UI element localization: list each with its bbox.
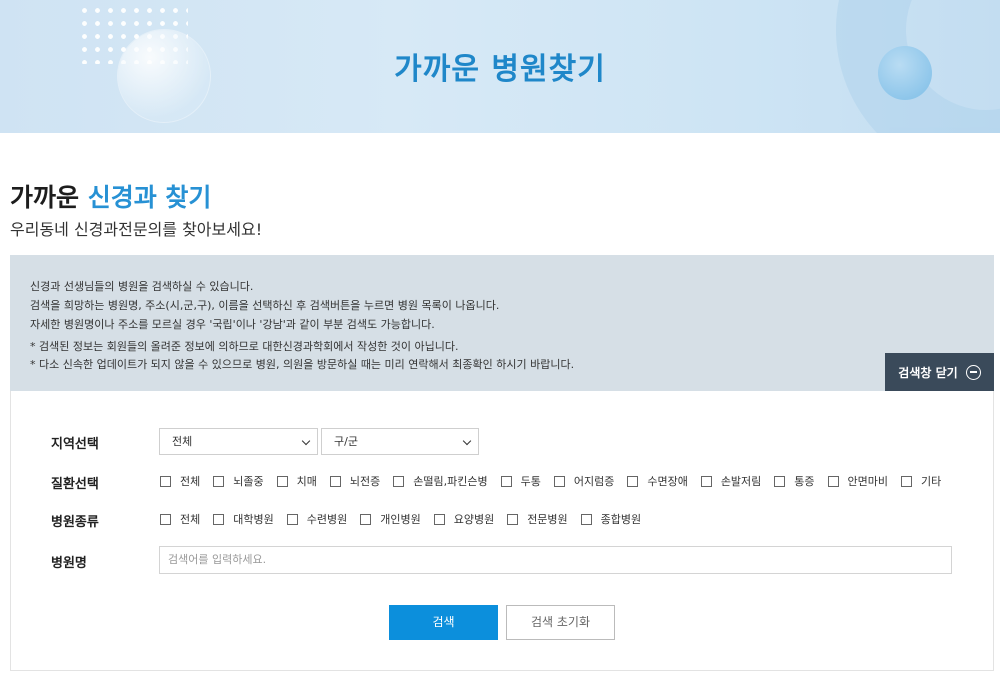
checkbox-icon[interactable] — [160, 513, 171, 525]
page-title-prefix: 가까운 — [10, 183, 88, 212]
checkbox-icon[interactable] — [329, 475, 341, 487]
info-box: 신경과 선생님들의 병원을 검색하실 수 있습니다. 검색을 희망하는 병원명,… — [10, 255, 994, 391]
region-label: 지역선택 — [51, 437, 99, 452]
checkbox-icon[interactable] — [700, 475, 712, 487]
checkbox-icon[interactable] — [276, 475, 288, 487]
disease-label: 질환선택 — [51, 477, 99, 492]
checkbox-label: 전체 — [180, 513, 201, 526]
checkbox-label: 손발저림 — [720, 475, 762, 488]
chevron-down-icon — [301, 436, 311, 446]
city-select-value: 전체 — [172, 435, 193, 448]
disease-checkbox[interactable]: 통증 — [774, 473, 815, 489]
district-select-value: 구/군 — [334, 435, 358, 448]
disease-checkbox[interactable]: 수면장애 — [627, 473, 688, 489]
disease-checkbox[interactable]: 손떨림,파킨슨병 — [393, 473, 488, 489]
hospital-type-checkbox[interactable]: 전문병원 — [507, 511, 568, 527]
checkbox-label: 어지럼증 — [573, 475, 615, 488]
hospital-type-checkbox[interactable]: 요양병원 — [433, 511, 495, 527]
close-search-label: 검색창 닫기 — [898, 365, 958, 380]
hospital-type-checkbox[interactable]: 종합병원 — [580, 511, 642, 527]
hospital-type-checkbox[interactable]: 수련병원 — [286, 511, 348, 527]
checkbox-label: 뇌전증 — [349, 475, 381, 488]
hospital-type-checkbox-group: 전체 대학병원 수련병원 개인병원 요양병원 전문병원 종합병원 — [160, 510, 654, 528]
disease-checkbox[interactable]: 뇌전증 — [329, 473, 381, 489]
city-select[interactable]: 전체 — [159, 428, 318, 455]
checkbox-label: 개인병원 — [380, 513, 421, 526]
checkbox-icon[interactable] — [827, 475, 839, 487]
district-select[interactable]: 구/군 — [321, 428, 479, 455]
page-banner: 가까운 병원찾기 — [0, 0, 1000, 133]
hospital-name-input[interactable]: 검색어를 입력하세요. — [159, 546, 952, 574]
checkbox-icon[interactable] — [901, 475, 913, 487]
checkbox-label: 전체 — [180, 475, 201, 488]
checkbox-icon[interactable] — [360, 513, 372, 525]
search-button[interactable]: 검색 — [389, 605, 498, 640]
disease-checkbox-group: 전체 뇌졸중 치매 뇌전증 손떨림,파킨슨병 두통 어지럼증 수면장애 손발저림… — [160, 472, 954, 490]
hospital-type-checkbox[interactable]: 전체 — [160, 511, 200, 527]
hospital-type-checkbox[interactable]: 대학병원 — [213, 511, 274, 527]
disease-checkbox[interactable]: 치매 — [276, 473, 317, 489]
checkbox-label: 종합병원 — [600, 513, 642, 526]
checkbox-icon[interactable] — [553, 475, 565, 487]
disease-checkbox[interactable]: 뇌졸중 — [213, 473, 264, 489]
checkbox-label: 통증 — [794, 475, 815, 488]
disease-checkbox[interactable]: 안면마비 — [827, 473, 889, 489]
checkbox-label: 손떨림,파킨슨병 — [413, 475, 488, 488]
minus-circle-icon — [965, 364, 981, 380]
hospital-name-label: 병원명 — [51, 556, 87, 571]
info-note: * 검색된 정보는 회원들의 올려준 정보에 의하므로 대한신경과학회에서 작성… — [30, 340, 459, 353]
page-title-highlight: 신경과 찾기 — [87, 183, 212, 212]
banner-title: 가까운 병원찾기 — [394, 52, 606, 87]
disease-checkbox[interactable]: 손발저림 — [700, 473, 762, 489]
checkbox-icon[interactable] — [507, 513, 519, 525]
hospital-type-checkbox[interactable]: 개인병원 — [360, 511, 421, 527]
checkbox-icon[interactable] — [774, 475, 786, 487]
checkbox-label: 대학병원 — [233, 513, 274, 526]
reset-search-button[interactable]: 검색 초기화 — [506, 605, 615, 640]
checkbox-label: 두통 — [520, 475, 541, 488]
checkbox-icon[interactable] — [160, 475, 171, 487]
checkbox-icon[interactable] — [500, 475, 512, 487]
hospital-type-label: 병원종류 — [51, 515, 99, 530]
checkbox-icon[interactable] — [627, 475, 639, 487]
info-line: 신경과 선생님들의 병원을 검색하실 수 있습니다. — [30, 280, 254, 293]
checkbox-label: 요양병원 — [453, 513, 495, 526]
checkbox-label: 수련병원 — [306, 513, 348, 526]
info-line: 자세한 병원명이나 주소를 모르실 경우 '국립'이나 '강남'과 같이 부분 … — [30, 318, 435, 331]
disease-checkbox[interactable]: 기타 — [901, 473, 941, 489]
checkbox-label: 수면장애 — [647, 475, 688, 488]
checkbox-icon[interactable] — [213, 475, 225, 487]
checkbox-icon[interactable] — [286, 513, 298, 525]
checkbox-label: 뇌졸중 — [233, 475, 264, 488]
checkbox-label: 전문병원 — [527, 513, 568, 526]
page-title: 가까운 신경과 찾기 — [10, 178, 211, 214]
page-subtitle: 우리동네 신경과전문의를 찾아보세요! — [10, 220, 263, 239]
disease-checkbox[interactable]: 전체 — [160, 473, 200, 489]
disease-checkbox[interactable]: 어지럼증 — [553, 473, 615, 489]
checkbox-icon[interactable] — [213, 513, 225, 525]
chevron-down-icon — [462, 436, 472, 446]
checkbox-label: 치매 — [296, 475, 317, 488]
checkbox-label: 안면마비 — [847, 475, 889, 488]
info-line: 검색을 희망하는 병원명, 주소(시,군,구), 이름을 선택하신 후 검색버튼… — [30, 299, 500, 312]
hospital-name-placeholder: 검색어를 입력하세요. — [168, 553, 267, 566]
checkbox-icon[interactable] — [580, 513, 592, 525]
checkbox-icon[interactable] — [393, 475, 405, 487]
search-form-panel — [10, 391, 994, 671]
checkbox-icon[interactable] — [433, 513, 445, 525]
disease-checkbox[interactable]: 두통 — [500, 473, 541, 489]
close-search-button[interactable]: 검색창 닫기 — [885, 353, 994, 391]
checkbox-label: 기타 — [921, 475, 942, 488]
info-note: * 다소 신속한 업데이트가 되지 않을 수 있으므로 병원, 의원을 방문하실… — [30, 358, 575, 371]
